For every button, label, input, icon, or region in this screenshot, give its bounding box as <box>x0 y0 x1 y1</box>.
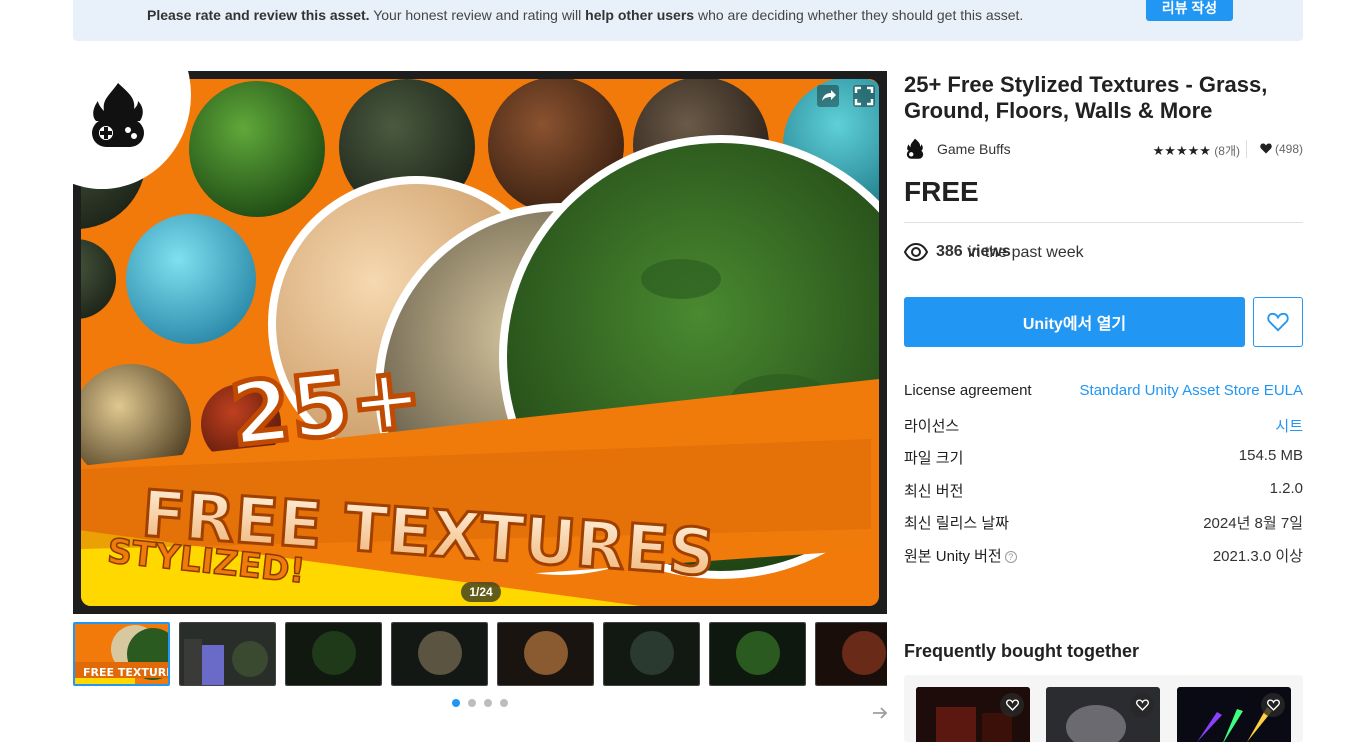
favorites-count: (498) <box>1259 142 1303 156</box>
thumbnail-5[interactable] <box>497 622 594 686</box>
license-agreement-link[interactable]: Standard Unity Asset Store EULA <box>1080 382 1303 399</box>
thumbnail-4[interactable] <box>391 622 488 686</box>
hero-image[interactable]: 25+ FREE TEXTURES STYLIZED! <box>81 79 879 606</box>
info-row-license-agreement: License agreement Standard Unity Asset S… <box>904 382 1303 399</box>
heart-icon[interactable] <box>1130 693 1154 717</box>
heart-icon[interactable] <box>1000 693 1024 717</box>
thumbnail-1[interactable]: FREE TEXTURES <box>73 622 170 686</box>
info-row-unity-version: 원본 Unity 버전? 2021.3.0 이상 <box>904 547 1303 565</box>
fbt-card[interactable] <box>1046 687 1160 742</box>
divider <box>1246 140 1247 158</box>
thumbnail-3[interactable] <box>285 622 382 686</box>
frequently-bought-carousel <box>904 675 1303 742</box>
license-sheet-link[interactable]: 시트 <box>1275 415 1303 436</box>
frequently-bought-title: Frequently bought together <box>904 641 1139 661</box>
heart-icon <box>1259 143 1272 154</box>
fullscreen-icon[interactable] <box>853 85 875 107</box>
eye-icon <box>904 243 928 261</box>
add-to-favorites-button[interactable] <box>1253 297 1303 347</box>
heart-outline-icon <box>1267 312 1289 332</box>
carousel-dots <box>452 699 508 707</box>
open-in-unity-button[interactable]: Unity에서 열기 <box>904 297 1245 347</box>
write-review-button[interactable]: 리뷰 작성 <box>1146 0 1233 21</box>
info-row-latest-version: 최신 버전 1.2.0 <box>904 479 1303 500</box>
thumbnail-6[interactable] <box>603 622 700 686</box>
hero-line1: 25+ <box>226 347 427 466</box>
arrow-right-icon[interactable] <box>870 703 890 723</box>
game-controller-flame-icon <box>92 83 144 147</box>
carousel-dot[interactable] <box>484 699 492 707</box>
carousel-dot[interactable] <box>452 699 460 707</box>
asset-info-table: License agreement Standard Unity Asset S… <box>904 380 1303 575</box>
fbt-card[interactable] <box>916 687 1030 742</box>
review-banner: Please rate and review this asset. Your … <box>73 0 1303 41</box>
price: FREE <box>904 176 979 207</box>
star-icons: ★★★★★ <box>1152 143 1211 158</box>
info-row-file-size: 파일 크기 154.5 MB <box>904 447 1303 467</box>
rating[interactable]: ★★★★★ (8개) <box>1153 142 1240 159</box>
image-counter: 1/24 <box>461 582 501 602</box>
publisher-logo-icon[interactable] <box>904 138 926 160</box>
carousel-dot[interactable] <box>500 699 508 707</box>
heart-icon[interactable] <box>1261 693 1285 717</box>
svg-text:FREE TEXTURES: FREE TEXTURES <box>83 666 170 679</box>
share-icon[interactable] <box>817 85 839 107</box>
product-title: 25+ Free Stylized Textures - Grass, Grou… <box>904 72 1268 123</box>
divider <box>904 222 1303 223</box>
help-icon[interactable]: ? <box>1004 550 1017 563</box>
thumbnail-strip: FREE TEXTURES <box>73 621 887 687</box>
thumbnail-2[interactable] <box>179 622 276 686</box>
thumbnail-8[interactable] <box>815 622 887 686</box>
info-row-license: 라이선스 시트 <box>904 413 1303 446</box>
rating-count: (8개) <box>1214 144 1240 158</box>
info-row-release-date: 최신 릴리스 날짜 2024년 8월 7일 <box>904 515 1303 532</box>
publisher-row: Game Buffs ★★★★★ (8개) (498) <box>904 138 1303 160</box>
thumbnail-7[interactable] <box>709 622 806 686</box>
fbt-card[interactable] <box>1177 687 1291 742</box>
banner-text: Please rate and review this asset. Your … <box>147 7 1024 23</box>
carousel-dot[interactable] <box>468 699 476 707</box>
publisher-name[interactable]: Game Buffs <box>937 141 1011 157</box>
image-gallery[interactable]: 25+ FREE TEXTURES STYLIZED! <box>73 71 887 614</box>
